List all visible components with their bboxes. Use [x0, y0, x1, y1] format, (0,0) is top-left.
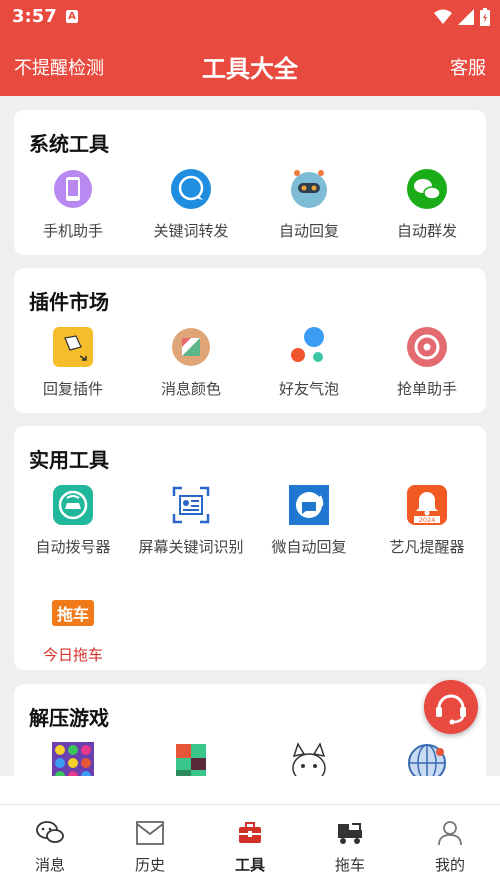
section-title: 插件市场: [29, 290, 109, 314]
messages-icon: [36, 821, 64, 843]
tool-label: 好友气泡: [278, 380, 339, 398]
tool-label: 回复插件: [42, 380, 103, 398]
tab-label: 历史: [134, 856, 165, 874]
tool-auto-dialer[interactable]: 自动拨号器: [14, 484, 132, 564]
customer-service-float-button[interactable]: [424, 680, 478, 734]
tool-auto-reply[interactable]: 自动回复: [250, 168, 368, 248]
tool-label: 自动群发: [396, 222, 457, 240]
tool-label: 关键词转发: [153, 222, 229, 240]
tool-label: 屏幕关键词识别: [138, 538, 244, 556]
tool-screen-keyword-recognition[interactable]: 屏幕关键词识别: [132, 484, 250, 564]
tool-message-color[interactable]: 消息颜色: [132, 326, 250, 406]
bell-badge-text: 2024: [419, 516, 436, 524]
car-dial-icon: [53, 485, 93, 525]
wifi-icon: [434, 9, 452, 24]
toolbox-icon: [239, 822, 261, 843]
bell-icon: 2024: [407, 485, 447, 525]
section-title: 解压游戏: [29, 706, 109, 730]
chat-bubble-icon: [171, 169, 211, 209]
tool-label: 抢单助手: [396, 380, 457, 398]
section-title: 实用工具: [29, 448, 109, 472]
tab-history[interactable]: 历史: [100, 820, 200, 880]
tab-label: 工具: [234, 856, 265, 874]
customer-service-button[interactable]: 客服: [450, 54, 486, 80]
tow-badge-text: 拖车: [57, 605, 89, 624]
section-plugin-market: 插件市场 回复插件 消息颜色 好友气泡 抢单助手: [14, 268, 486, 413]
section-system-tools: 系统工具 手机助手 关键词转发 自动回复 自动群发: [14, 110, 486, 255]
tool-keyword-forward[interactable]: 关键词转发: [132, 168, 250, 248]
tool-label: 艺凡提醒器: [389, 538, 465, 556]
tab-tools[interactable]: 工具: [200, 820, 300, 880]
page-title: 工具大全: [202, 55, 298, 83]
battery-icon: [480, 8, 490, 26]
divider: [0, 804, 500, 805]
app-indicator-icon: A: [66, 10, 78, 23]
tool-today-tow[interactable]: 拖车 今日拖车: [14, 592, 132, 672]
tab-label: 消息: [34, 856, 65, 874]
plugin-icon: [53, 327, 93, 367]
tool-label: 消息颜色: [160, 380, 221, 398]
target-icon: [407, 327, 447, 367]
robot-icon: [291, 170, 327, 208]
bubbles-icon: [291, 327, 324, 362]
section-title: 系统工具: [29, 132, 109, 156]
tool-phone-assistant[interactable]: 手机助手: [14, 168, 132, 248]
tool-yifan-reminder[interactable]: 2024 艺凡提醒器: [368, 484, 486, 564]
bottom-tab-bar: 消息 历史 工具 拖车 我的: [0, 776, 500, 888]
tab-messages[interactable]: 消息: [0, 820, 100, 880]
phone-icon: [54, 170, 92, 208]
signal-icon: [458, 9, 474, 25]
tool-reply-plugin[interactable]: 回复插件: [14, 326, 132, 406]
headset-icon: [436, 694, 466, 725]
tab-label: 拖车: [334, 856, 365, 874]
tool-friend-bubble[interactable]: 好友气泡: [250, 326, 368, 406]
wechat-icon: [407, 169, 447, 209]
tow-icon: 拖车: [52, 600, 94, 626]
tool-label: 自动拨号器: [35, 538, 111, 556]
tool-wechat-auto-reply[interactable]: 微自动回复: [250, 484, 368, 564]
tool-order-grabber[interactable]: 抢单助手: [368, 326, 486, 406]
system-icons: [434, 8, 490, 26]
scan-icon: [172, 486, 210, 524]
tow-truck-icon: [338, 823, 362, 844]
tool-auto-broadcast[interactable]: 自动群发: [368, 168, 486, 248]
profile-icon: [438, 821, 462, 846]
status-time: 3:57: [12, 6, 57, 27]
section-utility-tools: 实用工具 自动拨号器 屏幕关键词识别 微自动回复 2024 艺凡提醒器 拖车 今…: [14, 426, 486, 670]
auto-reply-icon: [289, 485, 329, 525]
app-header: 不提醒检测 工具大全 客服: [0, 34, 500, 96]
status-bar: 3:57 A: [0, 0, 500, 34]
tab-profile[interactable]: 我的: [400, 820, 500, 880]
tool-label: 手机助手: [42, 222, 103, 240]
tool-label: 今日拖车: [42, 646, 103, 664]
tool-label: 自动回复: [278, 222, 339, 240]
tool-label: 微自动回复: [271, 538, 347, 556]
tab-label: 我的: [434, 856, 465, 874]
palette-icon: [172, 328, 210, 366]
tab-tow[interactable]: 拖车: [300, 820, 400, 880]
history-icon: [136, 821, 164, 845]
